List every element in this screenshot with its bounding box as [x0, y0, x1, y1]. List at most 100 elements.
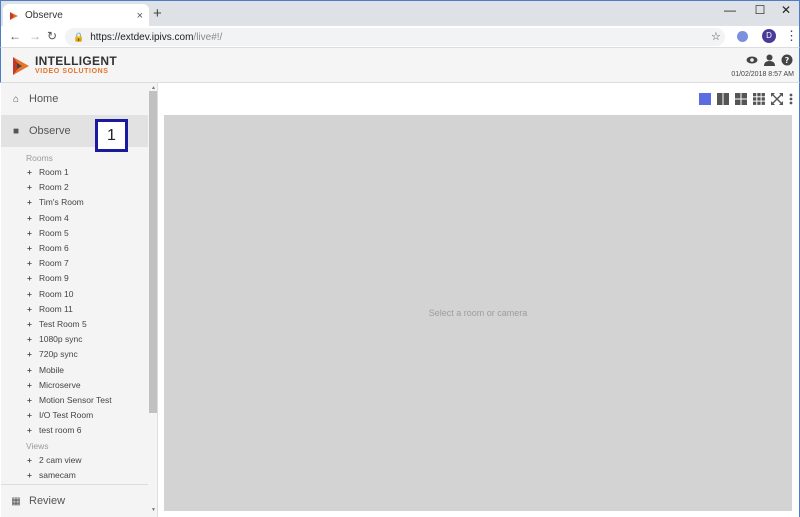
plus-icon: + — [27, 470, 32, 481]
room-list-item[interactable]: + Room 7 — [27, 258, 69, 268]
room-list-item[interactable]: + test room 6 — [27, 425, 82, 435]
viewport-placeholder: Select a room or camera — [428, 308, 528, 318]
plus-icon: + — [27, 410, 32, 421]
room-label: test room 6 — [39, 425, 82, 436]
plus-icon: + — [27, 319, 32, 329]
more-icon[interactable] — [789, 93, 793, 105]
room-label: Room 1 — [39, 167, 69, 177]
plus-icon: + — [27, 364, 32, 375]
fullscreen-icon[interactable] — [771, 93, 783, 105]
room-label: Motion Sensor Test — [39, 395, 112, 405]
eye-icon[interactable] — [746, 54, 758, 66]
sidebar-item-label: Review — [29, 495, 66, 507]
plus-icon: + — [27, 379, 32, 390]
room-label: Room 4 — [39, 212, 69, 223]
plus-icon: + — [27, 243, 32, 253]
browser-toolbar: ← → ↻ 🔒 https://extdev.ipivs.com/live#!/… — [0, 26, 800, 48]
plus-icon: + — [27, 395, 32, 405]
room-label: Microserve — [39, 379, 81, 390]
plus-icon: + — [27, 349, 32, 360]
layout-toolbar — [699, 93, 793, 105]
app-header: INTELLIGENT VIDEO SOLUTIONS ? 01/02/2018… — [0, 48, 800, 83]
view-label: samecam — [39, 470, 76, 481]
room-list-item[interactable]: + Room 4 — [27, 213, 69, 223]
room-list-item[interactable]: + Room 2 — [27, 182, 69, 192]
plus-icon: + — [27, 182, 32, 193]
browser-tab-observe[interactable]: Observe × — [3, 4, 149, 27]
new-tab-button[interactable]: + — [153, 5, 162, 22]
room-list-item[interactable]: + Room 9 — [27, 273, 69, 283]
user-icon[interactable] — [764, 54, 775, 66]
room-list-item[interactable]: + I/O Test Room — [27, 410, 93, 420]
room-list-item[interactable]: + Room 6 — [27, 243, 69, 253]
room-label: Room 6 — [39, 243, 69, 253]
sidebar-item-home[interactable]: ⌂ Home — [1, 83, 148, 115]
view-list-item[interactable]: +2 cam view — [27, 455, 82, 465]
room-list-item[interactable]: + Test Room 5 — [27, 319, 87, 329]
room-list-item[interactable]: + Room 10 — [27, 289, 74, 299]
tab-title: Observe — [25, 10, 63, 21]
room-list-item[interactable]: + Microserve — [27, 380, 81, 390]
forward-button[interactable]: → — [29, 29, 41, 43]
lock-icon: 🔒 — [73, 31, 85, 42]
url-text: https://extdev.ipivs.com/live#!/ — [90, 31, 223, 43]
view-label: 2 cam view — [39, 455, 82, 465]
sidebar-scrollbar[interactable] — [149, 91, 157, 413]
layout-1x1-icon[interactable] — [699, 93, 711, 105]
minimize-button[interactable]: — — [715, 3, 745, 17]
layout-2x2-icon[interactable] — [735, 93, 747, 105]
plus-icon: + — [27, 258, 32, 269]
video-viewport[interactable]: Select a room or camera — [164, 115, 792, 511]
plus-icon: + — [27, 455, 32, 465]
room-list-item[interactable]: + Room 1 — [27, 167, 69, 177]
room-label: Mobile — [39, 364, 65, 375]
plus-icon: + — [27, 212, 32, 223]
plus-icon: + — [27, 303, 32, 314]
tab-close-icon[interactable]: × — [137, 10, 143, 22]
room-list-item[interactable]: + Tim's Room — [27, 197, 84, 207]
room-label: Room 11 — [39, 303, 73, 314]
room-list-item[interactable]: + Motion Sensor Test — [27, 395, 112, 405]
address-bar[interactable]: 🔒 https://extdev.ipivs.com/live#!/ — [65, 28, 725, 46]
room-list-item[interactable]: + Room 11 — [27, 304, 73, 314]
home-icon: ⌂ — [12, 93, 20, 105]
browser-tab-bar: Observe × + — ☐ ✕ — [0, 0, 800, 27]
room-label: Room 9 — [39, 273, 69, 284]
bookmark-star-icon[interactable]: ☆ — [711, 30, 721, 43]
room-label: 720p sync — [39, 349, 78, 360]
help-icon[interactable]: ? — [781, 54, 793, 66]
sidebar-item-review[interactable]: ▦ Review — [1, 484, 148, 517]
reload-button[interactable]: ↻ — [47, 29, 57, 43]
logo-line2: VIDEO SOLUTIONS — [35, 68, 109, 75]
room-list-item[interactable]: +1080p sync — [27, 334, 82, 344]
video-camera-icon: ■ — [12, 125, 20, 137]
logo-play-icon — [13, 57, 29, 75]
scroll-down-arrow-icon[interactable]: ▼ — [151, 507, 156, 513]
layout-3x3-icon[interactable] — [753, 93, 765, 105]
plus-icon: + — [27, 167, 32, 177]
sidebar-item-label: Observe — [29, 125, 71, 137]
layout-2x1-icon[interactable] — [717, 93, 729, 105]
view-list-item[interactable]: + samecam — [27, 470, 76, 480]
views-group-header: Views — [26, 441, 49, 451]
room-list-item[interactable]: +720p sync — [27, 349, 78, 359]
room-list-item[interactable]: + Room 5 — [27, 228, 69, 238]
rooms-group-header: Rooms — [26, 153, 53, 163]
room-label: 1080p sync — [39, 334, 83, 345]
plus-icon: + — [27, 334, 32, 345]
plus-icon: + — [27, 288, 32, 299]
room-list-item[interactable]: + Mobile — [27, 365, 64, 375]
company-logo[interactable]: INTELLIGENT VIDEO SOLUTIONS — [11, 55, 117, 76]
browser-menu-icon[interactable]: ⋮ — [785, 28, 798, 44]
extension-icon[interactable] — [737, 31, 748, 42]
back-button[interactable]: ← — [9, 29, 21, 43]
app-favicon-icon — [10, 11, 18, 20]
current-datetime: 01/02/2018 8:57 AM — [731, 71, 794, 78]
room-label: Test Room 5 — [39, 319, 87, 329]
profile-avatar[interactable]: D — [762, 29, 776, 43]
scroll-up-arrow-icon[interactable]: ▲ — [151, 85, 156, 91]
room-label: Room 7 — [39, 258, 69, 269]
main-content: Select a room or camera — [158, 83, 800, 517]
close-window-button[interactable]: ✕ — [771, 3, 800, 17]
plus-icon: + — [27, 227, 32, 238]
